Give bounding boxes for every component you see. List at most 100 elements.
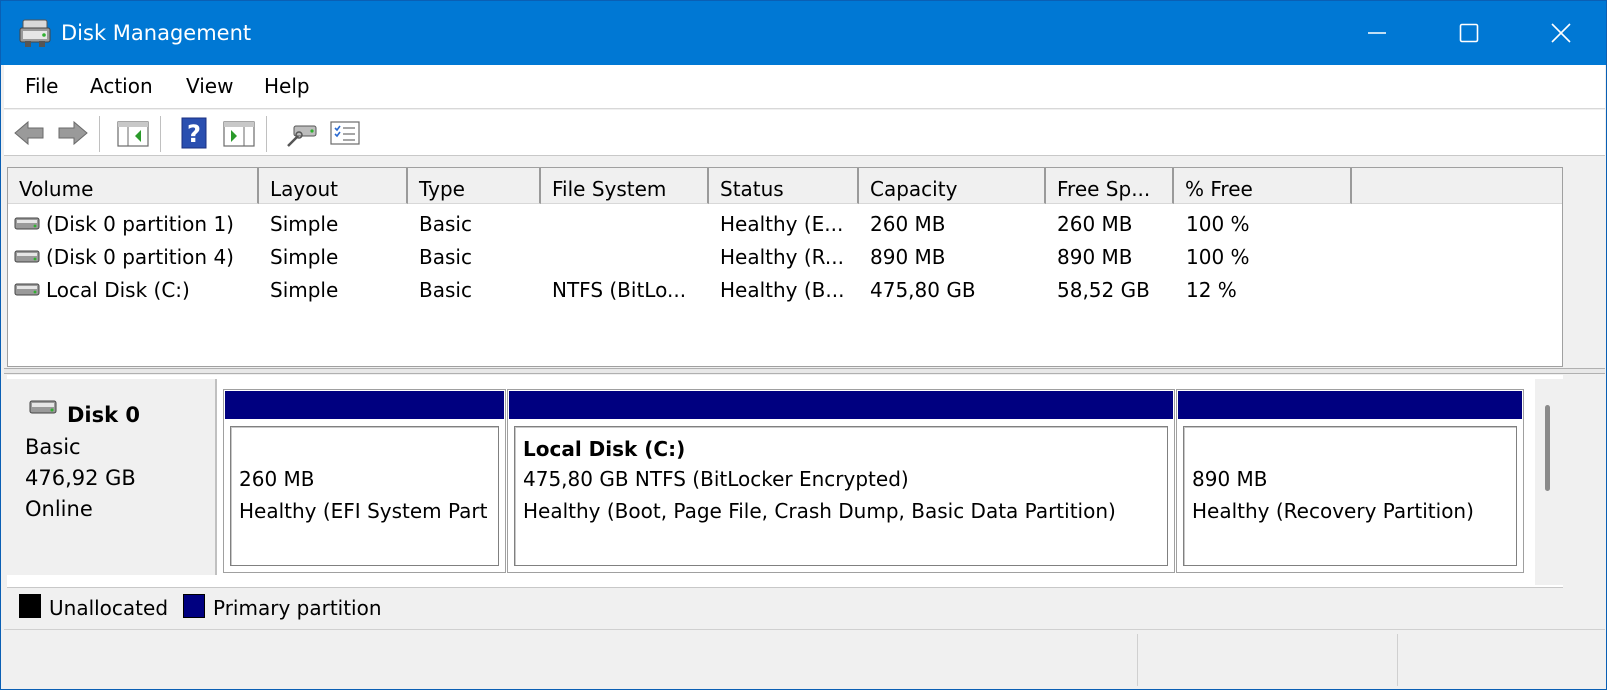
- partition-body: Local Disk (C:) 475,80 GB NTFS (BitLocke…: [514, 426, 1168, 566]
- cell-status: Healthy (R...: [720, 245, 844, 269]
- maximize-icon: [1459, 23, 1479, 43]
- cell-status: Healthy (B...: [720, 278, 845, 302]
- partition-size: 475,80 GB NTFS (BitLocker Encrypted): [523, 467, 909, 491]
- legend: Unallocated Primary partition: [7, 587, 1563, 623]
- partition-body: 890 MB Healthy (Recovery Partition): [1183, 426, 1517, 566]
- cell-free-space: 890 MB: [1057, 245, 1133, 269]
- partition-size: 890 MB: [1192, 467, 1268, 491]
- partition-local-disk-c[interactable]: Local Disk (C:) 475,80 GB NTFS (BitLocke…: [507, 389, 1175, 573]
- partition-recovery[interactable]: 890 MB Healthy (Recovery Partition): [1176, 389, 1524, 573]
- partition-title: Local Disk (C:): [523, 437, 686, 461]
- partition-body: 260 MB Healthy (EFI System Part: [230, 426, 499, 566]
- properties-icon: [330, 121, 360, 145]
- cell-type: Basic: [419, 245, 472, 269]
- volume-row-disk0-part4[interactable]: (Disk 0 partition 4) Simple Basic Healthy (…: [8, 241, 1562, 274]
- toolbar-separator: [266, 116, 267, 152]
- close-icon: [1551, 23, 1571, 43]
- column-header-percent-free[interactable]: % Free: [1174, 168, 1352, 204]
- volume-row-local-disk-c[interactable]: Local Disk (C:) Simple Basic NTFS (BitLo...…: [8, 274, 1562, 307]
- column-header-layout[interactable]: Layout: [259, 168, 408, 204]
- cell-capacity: 260 MB: [870, 212, 946, 236]
- cell-capacity: 475,80 GB: [870, 278, 976, 302]
- toolbar: ?: [4, 110, 1605, 156]
- toolbar-separator: [160, 116, 161, 152]
- legend-unallocated: Unallocated: [49, 596, 169, 620]
- disk-0-label[interactable]: Disk 0 Basic 476,92 GB Online: [7, 379, 217, 575]
- action-pane-button[interactable]: [222, 116, 256, 150]
- cell-status: Healthy (E...: [720, 212, 844, 236]
- disk-management-window: Disk Management File Action View Help ? …: [0, 0, 1607, 690]
- properties-button[interactable]: [328, 116, 362, 150]
- help-button[interactable]: ?: [178, 116, 212, 150]
- disk-name: Disk 0: [67, 403, 141, 427]
- column-header-empty: [1352, 168, 1562, 204]
- disk-map-scrollbar[interactable]: [1535, 379, 1563, 585]
- partition-efi[interactable]: 260 MB Healthy (EFI System Part: [223, 389, 506, 573]
- cell-file-system: NTFS (BitLo...: [552, 278, 687, 302]
- column-header-free-space[interactable]: Free Sp...: [1046, 168, 1174, 204]
- cell-layout: Simple: [270, 245, 339, 269]
- disk-map: Disk 0 Basic 476,92 GB Online 260 MB Hea…: [7, 375, 1563, 587]
- menu-view[interactable]: View: [184, 74, 235, 98]
- disk-management-icon: [19, 18, 51, 48]
- volume-drive-icon: [14, 282, 42, 296]
- partition-status: Healthy (Boot, Page File, Crash Dump, Ba…: [523, 499, 1116, 523]
- disk-status: Online: [25, 497, 93, 521]
- cell-type: Basic: [419, 278, 472, 302]
- status-separator: [1137, 634, 1138, 686]
- svg-text:?: ?: [187, 120, 201, 148]
- forward-arrow-icon: [58, 120, 88, 146]
- cell-volume-name: (Disk 0 partition 4): [46, 245, 234, 269]
- volume-row-disk0-part1[interactable]: (Disk 0 partition 1) Simple Basic Healthy (…: [8, 208, 1562, 241]
- volume-list-header: Volume Layout Type File System Status Ca…: [8, 168, 1562, 204]
- toolbar-separator: [99, 116, 100, 152]
- cell-layout: Simple: [270, 278, 339, 302]
- disk-drive-icon: [29, 399, 57, 415]
- menu-action[interactable]: Action: [88, 74, 155, 98]
- unallocated-swatch: [19, 594, 41, 618]
- maximize-button[interactable]: [1423, 1, 1515, 65]
- forward-button[interactable]: [56, 116, 90, 150]
- connect-button[interactable]: [284, 116, 318, 150]
- scrollbar-thumb[interactable]: [1545, 405, 1550, 491]
- console-tree-button[interactable]: [116, 116, 150, 150]
- show-hide-action-pane-icon: [223, 121, 255, 147]
- menu-bar: File Action View Help: [4, 65, 1605, 109]
- column-header-volume[interactable]: Volume: [8, 168, 259, 204]
- title-bar[interactable]: Disk Management: [1, 1, 1606, 65]
- back-arrow-icon: [14, 120, 44, 146]
- column-header-type[interactable]: Type: [408, 168, 541, 204]
- connect-icon: [287, 125, 317, 147]
- cell-volume-name: Local Disk (C:): [46, 278, 190, 302]
- primary-partition-swatch: [183, 594, 205, 618]
- primary-partition-bar: [225, 391, 504, 419]
- cell-percent-free: 100 %: [1186, 212, 1250, 236]
- partition-status: Healthy (EFI System Part: [239, 499, 488, 523]
- column-header-status[interactable]: Status: [709, 168, 859, 204]
- menu-file[interactable]: File: [23, 74, 60, 98]
- partition-size: 260 MB: [239, 467, 315, 491]
- cell-percent-free: 100 %: [1186, 245, 1250, 269]
- primary-partition-bar: [1178, 391, 1522, 419]
- cell-free-space: 58,52 GB: [1057, 278, 1150, 302]
- column-header-file-system[interactable]: File System: [541, 168, 709, 204]
- cell-type: Basic: [419, 212, 472, 236]
- minimize-button[interactable]: [1331, 1, 1423, 65]
- volume-drive-icon: [14, 249, 42, 263]
- help-icon: ?: [181, 117, 207, 149]
- cell-percent-free: 12 %: [1186, 278, 1237, 302]
- disk-size: 476,92 GB: [25, 466, 136, 490]
- cell-layout: Simple: [270, 212, 339, 236]
- close-button[interactable]: [1515, 1, 1606, 65]
- partition-status: Healthy (Recovery Partition): [1192, 499, 1474, 523]
- volume-drive-icon: [14, 216, 42, 230]
- menu-help[interactable]: Help: [262, 74, 312, 98]
- pane-splitter[interactable]: [4, 368, 1605, 374]
- status-bar: [4, 629, 1605, 689]
- cell-volume-name: (Disk 0 partition 1): [46, 212, 234, 236]
- volume-list[interactable]: Volume Layout Type File System Status Ca…: [7, 167, 1563, 367]
- column-header-capacity[interactable]: Capacity: [859, 168, 1046, 204]
- back-button[interactable]: [12, 116, 46, 150]
- legend-primary-partition: Primary partition: [213, 596, 382, 620]
- show-hide-console-tree-icon: [117, 121, 149, 147]
